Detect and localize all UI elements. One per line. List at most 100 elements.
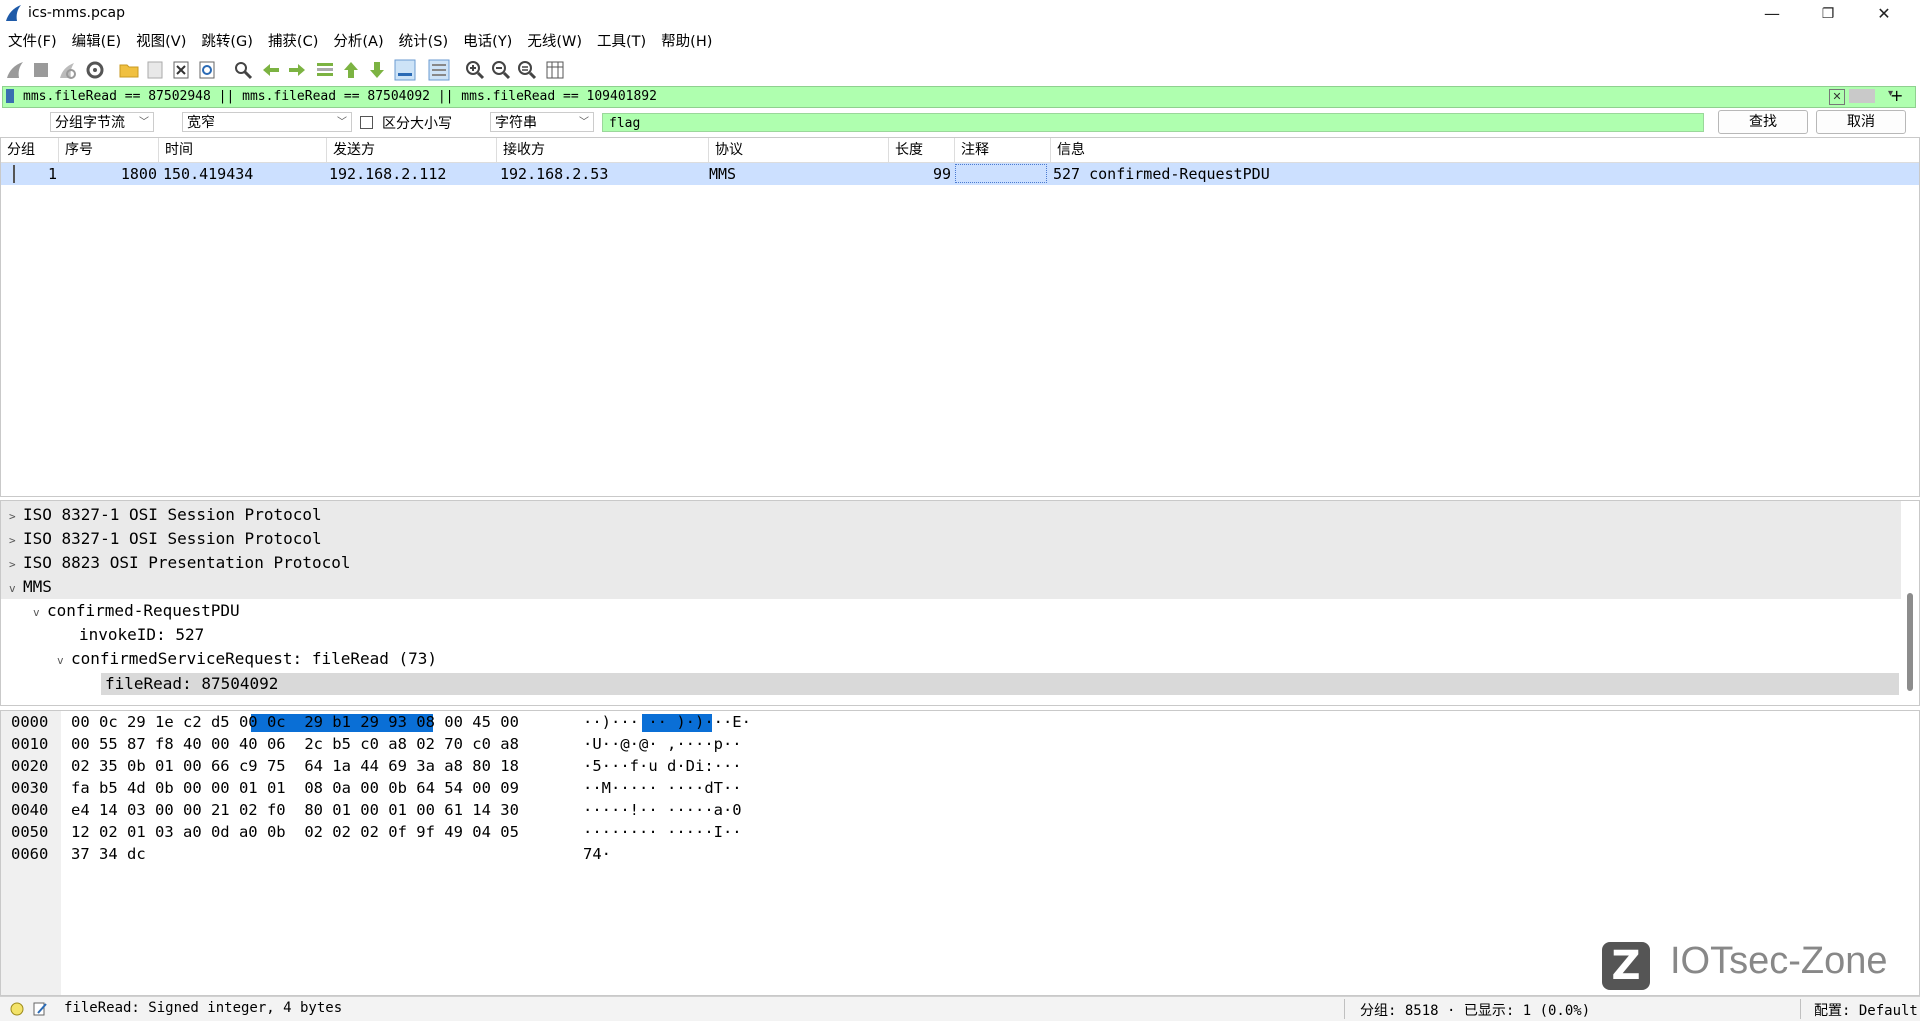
- ascii-row[interactable]: ·····!·· ·····a·0: [583, 799, 742, 821]
- close-window-button[interactable]: ✕: [1856, 0, 1912, 28]
- cell-group: 1: [47, 165, 57, 183]
- search-in-select[interactable]: 分组字节流 ﹀: [50, 112, 154, 132]
- tree-item-invoke-id[interactable]: invokeID: 527: [79, 623, 204, 647]
- shark-fin-start-icon[interactable]: [4, 59, 26, 81]
- column-header-time[interactable]: 时间: [159, 138, 327, 162]
- zoom-in-icon[interactable]: [464, 59, 486, 81]
- ascii-row[interactable]: ··)··· ·· )·)···E·: [583, 711, 751, 733]
- hex-row[interactable]: 37 34 dc: [71, 843, 146, 865]
- go-to-packet-icon[interactable]: [314, 59, 336, 81]
- tree-item-service-request[interactable]: v confirmedServiceRequest: fileRead (73): [57, 647, 437, 671]
- chevron-down-icon[interactable]: v: [9, 577, 23, 601]
- save-icon[interactable]: [144, 59, 166, 81]
- menu-capture[interactable]: 捕获(C): [260, 30, 325, 54]
- offset-label: 0050: [11, 823, 49, 841]
- close-file-icon[interactable]: [170, 59, 192, 81]
- chevron-right-icon[interactable]: >: [9, 505, 23, 529]
- column-header-destination[interactable]: 接收方: [497, 138, 709, 162]
- normal-size-icon[interactable]: [516, 59, 538, 81]
- reload-icon[interactable]: [196, 59, 218, 81]
- find-input[interactable]: flag: [602, 113, 1704, 132]
- search-type-select[interactable]: 字符串 ﹀: [490, 112, 594, 132]
- table-row[interactable]: 1 1800 150.419434 192.168.2.112 192.168.…: [1, 163, 1919, 185]
- menu-help[interactable]: 帮助(H): [653, 30, 719, 54]
- menu-edit[interactable]: 编辑(E): [64, 30, 128, 54]
- menu-statistics[interactable]: 统计(S): [391, 30, 456, 54]
- hex-row[interactable]: 02 35 0b 01 00 66 c9 75 64 1a 44 69 3a a…: [71, 755, 519, 777]
- offset-label: 0010: [11, 735, 49, 753]
- ascii-row[interactable]: ··M····· ····dT··: [583, 777, 742, 799]
- last-packet-icon[interactable]: [366, 59, 388, 81]
- options-gear-icon[interactable]: [84, 59, 106, 81]
- bookmark-icon[interactable]: [6, 89, 14, 103]
- column-header-info[interactable]: 信息: [1051, 138, 1917, 162]
- hex-row[interactable]: 00 55 87 f8 40 00 40 06 2c b5 c0 a8 02 7…: [71, 733, 519, 755]
- open-folder-icon[interactable]: [118, 59, 140, 81]
- menu-telephony[interactable]: 电话(Y): [455, 30, 519, 54]
- tree-item-session-1[interactable]: > ISO 8327-1 OSI Session Protocol: [9, 503, 322, 527]
- autoscroll-icon[interactable]: [394, 59, 416, 81]
- restart-icon[interactable]: [56, 59, 78, 81]
- expert-info-icon[interactable]: [10, 1002, 24, 1016]
- find-button[interactable]: 查找: [1718, 110, 1808, 134]
- edit-comment-icon[interactable]: [32, 1001, 48, 1017]
- chevron-down-icon[interactable]: v: [57, 649, 71, 673]
- find-icon[interactable]: [232, 59, 254, 81]
- add-filter-button[interactable]: +: [1890, 86, 1903, 106]
- column-header-protocol[interactable]: 协议: [709, 138, 889, 162]
- watermark-text: IOTsec-Zone: [1670, 940, 1888, 982]
- hex-row[interactable]: fa b5 4d 0b 00 00 01 01 08 0a 00 0b 64 5…: [71, 777, 519, 799]
- tree-item-mms[interactable]: v MMS: [9, 575, 52, 599]
- ascii-row[interactable]: 74·: [583, 843, 611, 865]
- column-header-no[interactable]: 序号: [59, 138, 159, 162]
- ascii-row[interactable]: ········ ·····I··: [583, 821, 742, 843]
- menu-go[interactable]: 跳转(G): [193, 30, 260, 54]
- profile-text[interactable]: 配置: Default: [1814, 1000, 1918, 1020]
- chevron-right-icon[interactable]: >: [9, 553, 23, 577]
- colorize-icon[interactable]: [428, 59, 450, 81]
- column-header-length[interactable]: 长度: [889, 138, 955, 162]
- column-header-source[interactable]: 发送方: [327, 138, 497, 162]
- menu-analyze[interactable]: 分析(A): [325, 30, 390, 54]
- watermark-logo: Z: [1602, 942, 1650, 990]
- details-scrollbar[interactable]: [1907, 593, 1913, 691]
- hex-row[interactable]: e4 14 03 00 00 21 02 f0 80 01 00 01 00 6…: [71, 799, 519, 821]
- cancel-button[interactable]: 取消: [1816, 110, 1906, 134]
- menu-wireless[interactable]: 无线(W): [519, 30, 589, 54]
- case-sensitive-checkbox[interactable]: [360, 116, 373, 129]
- chevron-right-icon[interactable]: >: [9, 529, 23, 553]
- offset-label: 0060: [11, 845, 49, 863]
- menu-view[interactable]: 视图(V): [128, 30, 193, 54]
- cell-comment[interactable]: [955, 164, 1047, 183]
- column-header-comment[interactable]: 注释: [955, 138, 1051, 162]
- minimize-button[interactable]: —: [1744, 0, 1800, 28]
- apply-filter-icon[interactable]: [1849, 89, 1875, 103]
- cell-info: 527 confirmed-RequestPDU: [1053, 165, 1270, 183]
- display-filter-input[interactable]: mms.fileRead == 87502948 || mms.fileRead…: [23, 89, 657, 104]
- clear-filter-icon[interactable]: ✕: [1829, 89, 1845, 105]
- menu-file[interactable]: 文件(F): [0, 30, 64, 54]
- charset-select[interactable]: 宽窄 ﹀: [182, 112, 352, 132]
- cell-no: 1800: [120, 165, 157, 183]
- go-back-icon[interactable]: [260, 59, 282, 81]
- menu-tools[interactable]: 工具(T): [589, 30, 653, 54]
- ascii-row[interactable]: ·U··@·@· ,····p··: [583, 733, 742, 755]
- tree-item-presentation[interactable]: > ISO 8823 OSI Presentation Protocol: [9, 551, 351, 575]
- chevron-down-icon[interactable]: v: [33, 601, 47, 625]
- hex-row[interactable]: 12 02 01 03 a0 0d a0 0b 02 02 02 0f 9f 4…: [71, 821, 519, 843]
- zoom-out-icon[interactable]: [490, 59, 512, 81]
- go-forward-icon[interactable]: [286, 59, 308, 81]
- stop-icon[interactable]: [30, 59, 52, 81]
- tree-item-confirmed-request[interactable]: v confirmed-RequestPDU: [33, 599, 240, 623]
- resize-columns-icon[interactable]: [544, 59, 566, 81]
- first-packet-icon[interactable]: [340, 59, 362, 81]
- case-sensitive-label: 区分大小写: [382, 116, 452, 132]
- column-header-group[interactable]: 分组: [1, 138, 59, 162]
- maximize-button[interactable]: ❐: [1800, 0, 1856, 28]
- tree-item-file-read[interactable]: fileRead: 87504092: [105, 672, 278, 696]
- hex-row[interactable]: 00 0c 29 1e c2 d5 00 0c 29 b1 29 93 08 0…: [71, 711, 519, 733]
- cell-length: 99: [932, 165, 951, 183]
- display-filter-bar[interactable]: mms.fileRead == 87502948 || mms.fileRead…: [2, 86, 1916, 108]
- tree-item-session-2[interactable]: > ISO 8327-1 OSI Session Protocol: [9, 527, 322, 551]
- ascii-row[interactable]: ·5···f·u d·Di:···: [583, 755, 742, 777]
